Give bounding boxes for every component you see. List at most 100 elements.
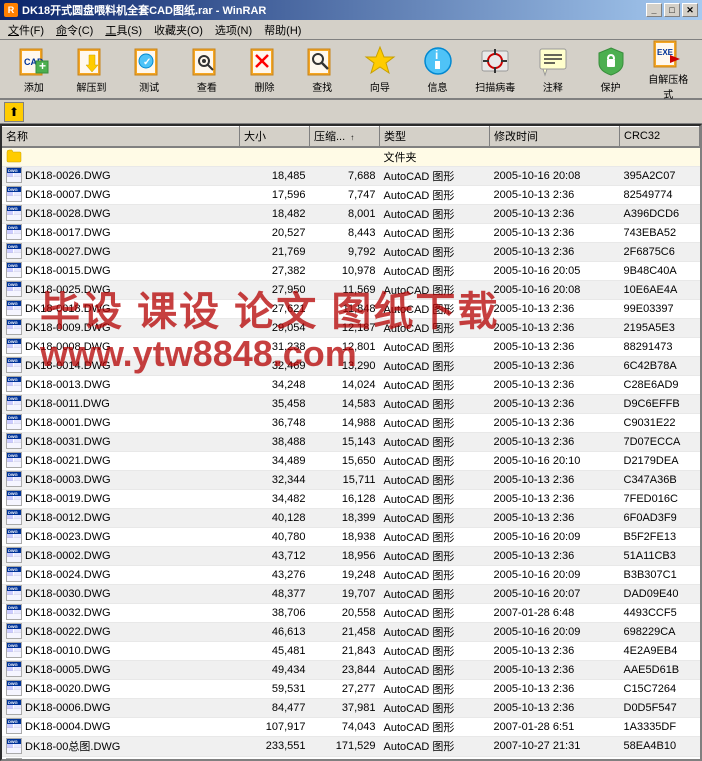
file-name: DWG DK18-0021.DWG [2,451,240,470]
maximize-button[interactable]: □ [664,3,680,17]
minimize-button[interactable]: _ [646,3,662,17]
comment-button[interactable]: 注释 [525,43,581,95]
file-size: 271,914 [240,756,310,761]
table-row[interactable]: DWG DK18-0014.DWG 32,469 13,290 AutoCAD … [2,356,700,375]
col-modified[interactable]: 修改时间 [490,127,620,147]
table-row[interactable]: DWG DK18-0008.DWG 31,238 12,801 AutoCAD … [2,337,700,356]
svg-text:DWG: DWG [8,396,18,401]
table-row[interactable]: DWG DK1000-00总图.dwg 271,914 202,975 Auto… [2,756,700,761]
find-button[interactable]: 查找 [294,43,350,95]
file-name: DWG DK18-0008.DWG [2,337,240,356]
table-row[interactable]: DWG DK18-0032.DWG 38,706 20,558 AutoCAD … [2,603,700,622]
view-button[interactable]: 查看 [179,43,235,95]
file-crc: D0D5F547 [620,698,700,717]
col-size[interactable]: 大小 [240,127,310,147]
file-name: DWG DK18-0032.DWG [2,603,240,622]
extract-label: 解压到 [77,79,107,94]
wizard-button[interactable]: 向导 [352,43,408,95]
svg-text:DWG: DWG [8,206,18,211]
file-size: 38,706 [240,603,310,622]
file-compressed: 14,988 [310,413,380,432]
table-row[interactable]: DWG DK18-0001.DWG 36,748 14,988 AutoCAD … [2,413,700,432]
file-name: DWG DK18-0007.DWG [2,185,240,204]
col-name[interactable]: 名称 [2,127,240,147]
table-row[interactable]: DWG DK18-0027.DWG 21,769 9,792 AutoCAD 图… [2,242,700,261]
sfx-button[interactable]: EXE 自解压格式 [640,43,696,95]
dwg-icon: DWG [6,300,22,316]
file-compressed: 12,187 [310,318,380,337]
table-row[interactable]: DWG DK18-0007.DWG 17,596 7,747 AutoCAD 图… [2,185,700,204]
dwg-icon: DWG [6,509,22,525]
file-type: AutoCAD 图形 [380,413,490,432]
info-button[interactable]: i 信息 [410,43,466,95]
delete-button[interactable]: 删除 [237,43,293,95]
menu-tools[interactable]: 工具(S) [99,20,148,40]
up-icon[interactable]: ⬆ [4,102,24,122]
menu-options[interactable]: 选项(N) [209,20,258,40]
test-button[interactable]: ✓ 测试 [121,43,177,95]
menu-file[interactable]: 文件(F) [2,20,50,40]
file-crc: 395A2C07 [620,166,700,185]
table-row[interactable]: DWG DK18-0003.DWG 32,344 15,711 AutoCAD … [2,470,700,489]
table-row[interactable]: DWG DK18-0031.DWG 38,488 15,143 AutoCAD … [2,432,700,451]
table-row[interactable]: DWG DK18-0025.DWG 27,950 11,569 AutoCAD … [2,280,700,299]
menu-help[interactable]: 帮助(H) [258,20,307,40]
dwg-icon: DWG [6,338,22,354]
close-button[interactable]: ✕ [682,3,698,17]
delete-icon [249,45,281,77]
table-row[interactable]: DWG DK18-0013.DWG 34,248 14,024 AutoCAD … [2,375,700,394]
table-row[interactable]: DWG DK18-0017.DWG 20,527 8,443 AutoCAD 图… [2,223,700,242]
table-row[interactable]: DWG DK18-0011.DWG 35,458 14,583 AutoCAD … [2,394,700,413]
info-icon: i [422,45,454,77]
col-type[interactable]: 类型 [380,127,490,147]
menu-command[interactable]: 命令(C) [50,20,99,40]
svg-text:DWG: DWG [8,282,18,287]
table-row[interactable]: DWG DK18-0023.DWG 40,780 18,938 AutoCAD … [2,527,700,546]
table-row[interactable]: DWG DK18-0020.DWG 59,531 27,277 AutoCAD … [2,679,700,698]
svg-text:+: + [39,59,46,73]
extract-to-button[interactable]: 解压到 [64,43,120,95]
file-modified: 2005-10-13 2:36 [490,242,620,261]
add-button[interactable]: CAD + 添加 [6,43,62,95]
file-name: DWG DK18-0013.DWG [2,375,240,394]
file-size: 17,596 [240,185,310,204]
file-crc: B5F2FE13 [620,527,700,546]
file-crc: D2179DEA [620,451,700,470]
file-size: 32,344 [240,470,310,489]
file-type: AutoCAD 图形 [380,756,490,761]
table-row[interactable]: DWG DK18-0015.DWG 27,382 10,978 AutoCAD … [2,261,700,280]
title-text: DK18开式圆盘喂料机全套CAD图纸.rar - WinRAR [22,2,646,18]
table-row[interactable]: DWG DK18-0009.DWG 29,054 12,187 AutoCAD … [2,318,700,337]
col-compressed[interactable]: 压缩... ↑ [310,127,380,147]
table-row[interactable]: DWG DK18-0018.DWG 27,621 11,848 AutoCAD … [2,299,700,318]
table-row[interactable]: DWG DK18-0010.DWG 45,481 21,843 AutoCAD … [2,641,700,660]
file-size: 59,531 [240,679,310,698]
file-size: 107,917 [240,717,310,736]
dwg-icon: DWG [6,395,22,411]
table-row[interactable]: DWG DK18-00总图.DWG 233,551 171,529 AutoCA… [2,736,700,756]
file-crc: C347A36B [620,470,700,489]
table-row[interactable]: DWG DK18-0012.DWG 40,128 18,399 AutoCAD … [2,508,700,527]
table-row[interactable]: DWG DK18-0026.DWG 18,485 7,688 AutoCAD 图… [2,166,700,185]
folder-row[interactable]: 文件夹 [2,147,700,167]
table-row[interactable]: DWG DK18-0022.DWG 46,613 21,458 AutoCAD … [2,622,700,641]
svg-text:DWG: DWG [8,301,18,306]
file-modified: 2005-10-16 20:10 [490,451,620,470]
scan-virus-button[interactable]: 扫描病毒 [467,43,523,95]
col-crc[interactable]: CRC32 [620,127,700,147]
svg-text:✓: ✓ [143,57,151,68]
table-row[interactable]: DWG DK18-0004.DWG 107,917 74,043 AutoCAD… [2,717,700,736]
menu-favorites[interactable]: 收藏夹(O) [148,20,209,40]
table-row[interactable]: DWG DK18-0002.DWG 43,712 18,956 AutoCAD … [2,546,700,565]
table-row[interactable]: DWG DK18-0021.DWG 34,489 15,650 AutoCAD … [2,451,700,470]
table-row[interactable]: DWG DK18-0005.DWG 49,434 23,844 AutoCAD … [2,660,700,679]
file-list-container[interactable]: 名称 大小 压缩... ↑ 类型 修改时间 CRC32 [0,124,702,761]
protect-button[interactable]: 保护 [583,43,639,95]
table-row[interactable]: DWG DK18-0024.DWG 43,276 19,248 AutoCAD … [2,565,700,584]
add-icon: CAD + [18,45,50,77]
table-row[interactable]: DWG DK18-0006.DWG 84,477 37,981 AutoCAD … [2,698,700,717]
table-row[interactable]: DWG DK18-0028.DWG 18,482 8,001 AutoCAD 图… [2,204,700,223]
table-row[interactable]: DWG DK18-0030.DWG 48,377 19,707 AutoCAD … [2,584,700,603]
file-size: 84,477 [240,698,310,717]
table-row[interactable]: DWG DK18-0019.DWG 34,482 16,128 AutoCAD … [2,489,700,508]
